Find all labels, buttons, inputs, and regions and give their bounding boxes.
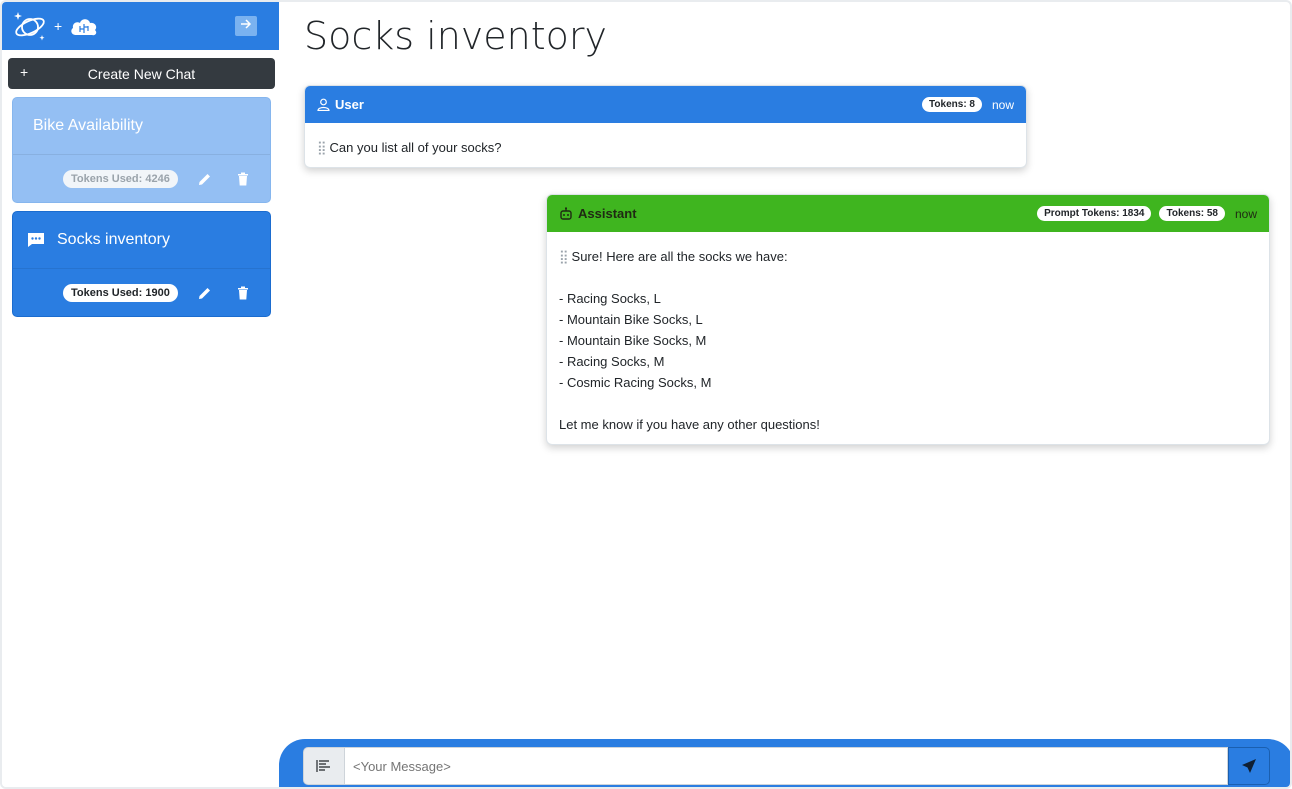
- sidebar: + + Create New Chat Bike Availability To…: [2, 2, 279, 787]
- chat-title: Socks inventory: [57, 231, 170, 248]
- message-header: Assistant Prompt Tokens: 1834 Tokens: 58…: [547, 195, 1269, 232]
- delete-chat-button[interactable]: [232, 168, 254, 190]
- edit-chat-button[interactable]: [194, 168, 216, 190]
- message-header: User Tokens: 8 now: [305, 86, 1026, 123]
- message-body: ⣿ Can you list all of your socks?: [305, 123, 1026, 167]
- message-text: Can you list all of your socks?: [329, 140, 502, 155]
- role-label: Assistant: [578, 206, 637, 221]
- tokens-used-badge: Tokens Used: 1900: [63, 284, 178, 302]
- text-lines-icon: [316, 760, 330, 772]
- app-frame: + + Create New Chat Bike Availability To…: [0, 0, 1292, 789]
- user-message: User Tokens: 8 now ⣿ Can you list all of …: [304, 85, 1027, 168]
- chat-main: Socks inventory User Tokens: 8 now ⣿ Can …: [279, 2, 1290, 787]
- message-role: User: [317, 97, 922, 112]
- message-badges: Tokens: 8 now: [922, 97, 1014, 112]
- app-logo: +: [12, 10, 100, 42]
- tokens-used-badge: Tokens Used: 4246: [63, 170, 178, 188]
- chat-card-footer: Tokens Used: 1900: [13, 269, 270, 316]
- create-new-chat-label: Create New Chat: [87, 65, 196, 82]
- plus-icon: +: [20, 64, 29, 80]
- cloud-brain-icon: [68, 13, 100, 39]
- trash-icon: [237, 286, 248, 300]
- tokens-badge: Tokens: 58: [1159, 206, 1225, 221]
- pencil-icon: [198, 288, 210, 299]
- message-badges: Prompt Tokens: 1834 Tokens: 58 now: [1037, 206, 1257, 221]
- message-body: ⣿ Sure! Here are all the socks we have: -…: [547, 232, 1269, 444]
- edit-chat-button[interactable]: [194, 282, 216, 304]
- prompt-template-button[interactable]: [303, 747, 344, 785]
- pencil-icon: [198, 174, 210, 185]
- message-input-bar: [279, 739, 1290, 787]
- assistant-message: Assistant Prompt Tokens: 1834 Tokens: 58…: [546, 194, 1270, 445]
- role-label: User: [335, 97, 364, 112]
- chat-card-header: Socks inventory: [13, 212, 270, 269]
- chat-card-bike-availability[interactable]: Bike Availability Tokens Used: 4246: [12, 97, 271, 203]
- chat-card-socks-inventory[interactable]: Socks inventory Tokens Used: 1900: [12, 211, 271, 317]
- robot-icon: [560, 206, 572, 220]
- message-input[interactable]: [344, 747, 1228, 785]
- chat-bubble-icon: [27, 232, 45, 248]
- message-role: Assistant: [559, 206, 1037, 221]
- chat-title: Bike Availability: [33, 117, 143, 134]
- page-title: Socks inventory: [304, 14, 607, 58]
- message-text: Sure! Here are all the socks we have: - …: [559, 249, 820, 432]
- create-new-chat-button[interactable]: + Create New Chat: [8, 58, 275, 89]
- send-button[interactable]: [1228, 747, 1270, 785]
- planet-sparkle-icon: [12, 10, 48, 42]
- chat-card-header: Bike Availability: [13, 98, 270, 155]
- drag-handle-icon: ⣿: [559, 249, 569, 264]
- message-time: now: [991, 97, 1014, 112]
- arrow-right-icon: [240, 17, 252, 35]
- delete-chat-button[interactable]: [232, 282, 254, 304]
- send-icon: [1242, 759, 1256, 773]
- message-time: now: [1234, 206, 1257, 221]
- chat-card-footer: Tokens Used: 4246: [13, 155, 270, 202]
- sidebar-header: +: [2, 2, 279, 50]
- message-input-group: [303, 747, 1270, 785]
- collapse-sidebar-button[interactable]: [235, 16, 257, 36]
- person-icon: [317, 98, 330, 111]
- drag-handle-icon: ⣿: [317, 140, 327, 155]
- plus-separator: +: [54, 18, 63, 34]
- prompt-tokens-badge: Prompt Tokens: 1834: [1037, 206, 1152, 221]
- tokens-badge: Tokens: 8: [922, 97, 982, 112]
- trash-icon: [237, 172, 248, 186]
